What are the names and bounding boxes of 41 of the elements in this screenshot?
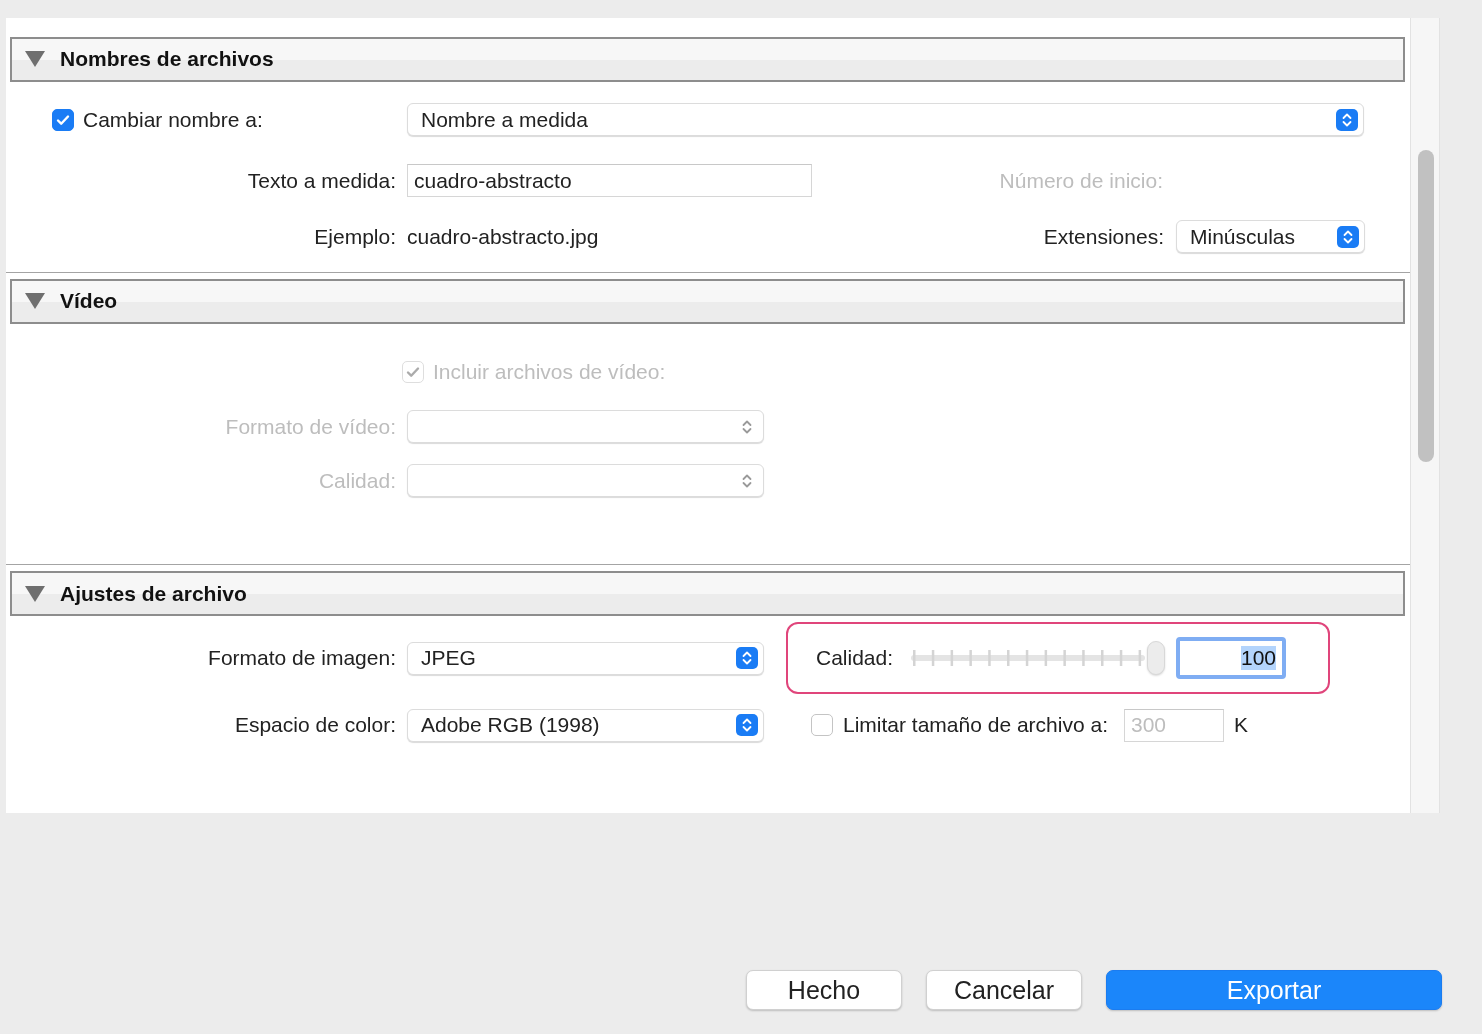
up-down-chevron-icon [736, 714, 758, 737]
field-label: Ejemplo: [314, 224, 396, 249]
disclosure-triangle-icon [24, 292, 46, 311]
unit-label: K [1233, 713, 1248, 738]
field-label: Texto a medida: [247, 168, 396, 193]
dialog-button[interactable]: Hecho [746, 970, 902, 1010]
up-down-chevron-icon [736, 647, 758, 670]
checkbox[interactable] [811, 714, 833, 737]
popup-button[interactable]: Adobe RGB (1998) [407, 708, 764, 742]
section-title: Nombres de archivos [60, 47, 274, 72]
checkbox[interactable] [52, 108, 74, 131]
slider-track[interactable] [911, 641, 1166, 676]
checkbox-label: Limitar tamaño de archivo a: [843, 713, 1108, 738]
example-filename: cuadro-abstracto.jpg [407, 224, 599, 249]
number-field[interactable]: 100 [1176, 637, 1287, 680]
slider-thumb[interactable] [1147, 641, 1166, 676]
disclosure-triangle-icon [24, 584, 46, 603]
section-title: Vídeo [60, 289, 118, 314]
scrollbar-thumb[interactable] [1418, 150, 1434, 462]
section-header[interactable]: Ajustes de archivo [10, 571, 1405, 617]
field-label: Calidad: [816, 646, 894, 671]
popup-button[interactable]: JPEG [407, 641, 764, 675]
checkbox-label: Cambiar nombre a: [83, 107, 263, 132]
popup-button[interactable]: Minúsculas [1176, 220, 1365, 254]
section-header[interactable]: Nombres de archivos [10, 37, 1405, 82]
text-field[interactable]: cuadro-abstracto [407, 164, 812, 198]
field-label: Calidad: [318, 468, 396, 493]
field-label: Número de inicio: [999, 168, 1163, 193]
checkbox-label: Incluir archivos de vídeo: [433, 359, 666, 384]
dialog-button[interactable]: Exportar [1106, 970, 1442, 1010]
up-down-chevron-icon [1337, 225, 1359, 248]
field-label: Formato de imagen: [208, 646, 396, 671]
popup-button[interactable]: Nombre a medida [407, 103, 1364, 137]
field-label: Espacio de color: [234, 713, 396, 738]
field-label: Extensiones: [1043, 224, 1164, 249]
section-title: Ajustes de archivo [60, 581, 247, 606]
up-down-chevron-icon [1336, 108, 1358, 131]
field-label: Formato de vídeo: [225, 414, 396, 439]
disclosure-triangle-icon [24, 50, 46, 69]
section-header[interactable]: Vídeo [10, 278, 1405, 324]
dialog-button[interactable]: Cancelar [926, 970, 1082, 1010]
